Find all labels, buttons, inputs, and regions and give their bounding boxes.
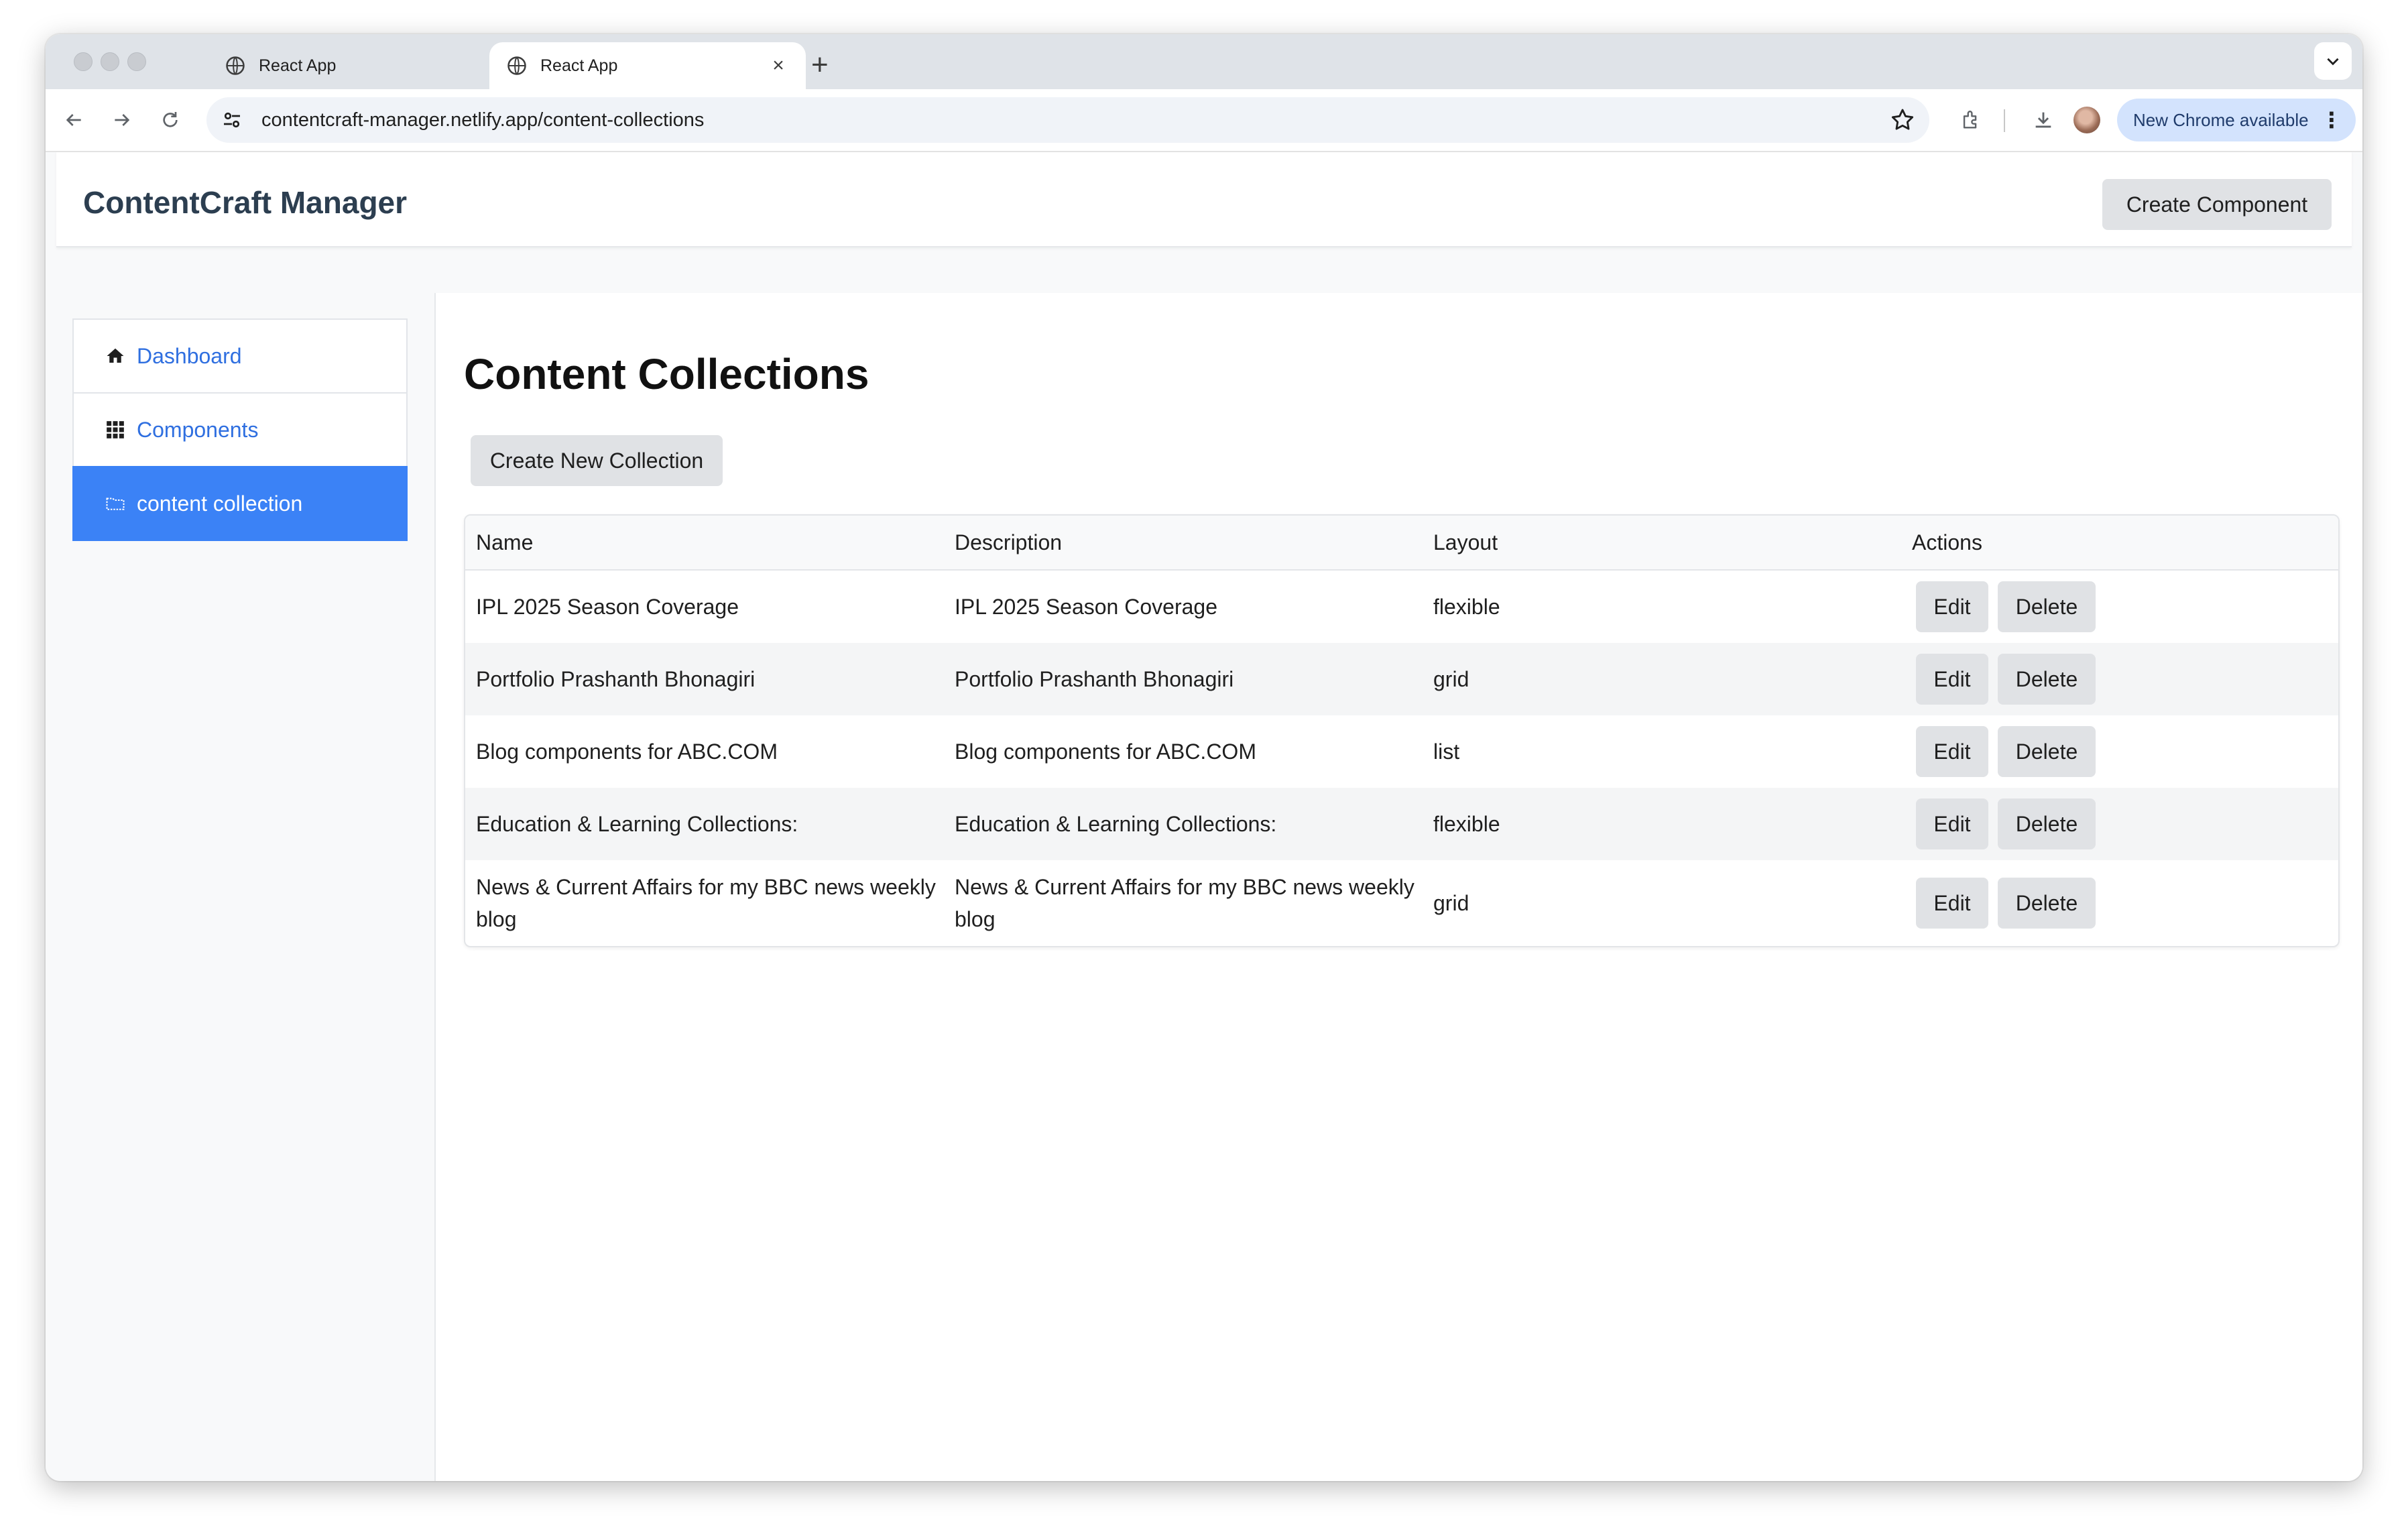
column-header-layout: Layout [1423, 516, 1901, 571]
main-content: Content Collections Create New Collectio… [436, 293, 2362, 1481]
cell-description: Education & Learning Collections: [944, 788, 1423, 860]
create-new-collection-button[interactable]: Create New Collection [471, 435, 723, 486]
table-header-row: Name Description Layout Actions [465, 516, 2338, 571]
cell-actions: Edit Delete [1901, 788, 2338, 860]
close-tab-icon[interactable]: × [768, 54, 788, 77]
delete-button[interactable]: Delete [1998, 654, 2096, 705]
toolbar-separator [2004, 109, 2005, 132]
window-close-dot[interactable] [74, 52, 93, 71]
reload-button[interactable] [154, 104, 186, 136]
app-header: ContentCraft Manager Create Component [56, 152, 2352, 247]
grid-icon [105, 419, 126, 440]
globe-icon [226, 56, 245, 75]
column-header-description: Description [944, 516, 1423, 571]
globe-icon [507, 56, 526, 75]
sidebar-item-dashboard[interactable]: Dashboard [72, 318, 408, 394]
update-label: New Chrome available [2133, 109, 2309, 130]
folder-icon [105, 493, 126, 514]
extensions-button[interactable] [1956, 105, 1986, 135]
extensions-icon [1963, 111, 1977, 129]
new-tab-button[interactable]: + [811, 46, 829, 84]
cell-actions: Edit Delete [1901, 715, 2338, 788]
collections-table: Name Description Layout Actions IPL 2025… [464, 514, 2340, 947]
edit-button[interactable]: Edit [1916, 654, 1988, 705]
table-row: News & Current Affairs for my BBC news w… [465, 860, 2338, 946]
sidebar-item-components[interactable]: Components [72, 392, 408, 467]
cell-actions: Edit Delete [1901, 860, 2338, 946]
cell-name: Blog components for ABC.COM [476, 740, 778, 764]
sidebar-item-label: Dashboard [137, 343, 242, 368]
cell-description: News & Current Affairs for my BBC news w… [955, 875, 1414, 931]
app-root: ContentCraft Manager Create Component Da… [46, 152, 2362, 1481]
cell-description: Portfolio Prashanth Bhonagiri [944, 643, 1423, 715]
kebab-menu-icon[interactable]: ⋮ [2321, 109, 2342, 131]
table-row: Blog components for ABC.COM Blog compone… [465, 715, 2338, 788]
browser-tab-1[interactable]: React App × [208, 42, 524, 89]
brand-title: ContentCraft Manager [83, 185, 408, 220]
download-icon [2035, 112, 2051, 128]
table-row: Portfolio Prashanth Bhonagiri Portfolio … [465, 643, 2338, 715]
cell-name: News & Current Affairs for my BBC news w… [476, 875, 936, 931]
cell-name: Portfolio Prashanth Bhonagiri [465, 643, 944, 715]
new-chrome-available-button[interactable]: New Chrome available ⋮ [2117, 99, 2356, 141]
tab-title: React App [259, 56, 337, 75]
window-minimize-dot[interactable] [101, 52, 119, 71]
sidebar-item-label: content collection [137, 491, 303, 516]
cell-name: IPL 2025 Season Coverage [476, 595, 739, 619]
profile-avatar[interactable] [2073, 107, 2100, 133]
table-row: Education & Learning Collections: Educat… [465, 788, 2338, 860]
cell-layout: flexible [1423, 788, 1901, 860]
cell-actions: Edit Delete [1901, 643, 2338, 715]
cell-layout: list [1433, 740, 1460, 764]
cell-name: Education & Learning Collections: [465, 788, 944, 860]
url-text[interactable]: contentcraft-manager.netlify.app/content… [261, 109, 1889, 131]
create-component-button[interactable]: Create Component [2102, 179, 2332, 230]
sidebar: Dashboard Components content collection [72, 318, 408, 541]
sidebar-item-content-collection[interactable]: content collection [72, 466, 408, 541]
forward-icon [115, 114, 130, 126]
tab-title: React App [540, 56, 618, 75]
delete-button[interactable]: Delete [1998, 581, 2096, 632]
home-icon [105, 345, 126, 367]
tab-strip: React App × React App × + [46, 34, 2362, 89]
edit-button[interactable]: Edit [1916, 581, 1988, 632]
browser-tab-2[interactable]: React App × [489, 42, 806, 89]
table-row: IPL 2025 Season Coverage IPL 2025 Season… [465, 570, 2338, 643]
edit-button[interactable]: Edit [1916, 878, 1988, 929]
cell-actions: Edit Delete [1901, 570, 2338, 643]
edit-button[interactable]: Edit [1916, 726, 1988, 777]
window-zoom-dot[interactable] [127, 52, 146, 71]
delete-button[interactable]: Delete [1998, 726, 2096, 777]
tab-search-button[interactable] [2314, 42, 2352, 80]
page-title: Content Collections [464, 350, 869, 398]
downloads-button[interactable] [2029, 105, 2058, 135]
back-icon [66, 114, 81, 126]
cell-layout: grid [1423, 643, 1901, 715]
site-settings-icon[interactable] [220, 108, 244, 132]
browser-window: React App × React App × + contentcraft-m… [46, 34, 2362, 1481]
sidebar-item-label: Components [137, 417, 259, 442]
cell-description: Blog components for ABC.COM [955, 740, 1256, 764]
back-button[interactable] [58, 104, 90, 136]
column-header-name: Name [465, 516, 944, 571]
column-header-actions: Actions [1901, 516, 2338, 571]
cell-description: IPL 2025 Season Coverage [955, 595, 1217, 619]
forward-button[interactable] [106, 104, 138, 136]
edit-button[interactable]: Edit [1916, 798, 1988, 849]
browser-toolbar: contentcraft-manager.netlify.app/content… [46, 89, 2362, 152]
delete-button[interactable]: Delete [1998, 798, 2096, 849]
cell-layout: flexible [1433, 595, 1500, 619]
address-bar[interactable]: contentcraft-manager.netlify.app/content… [206, 97, 1929, 143]
delete-button[interactable]: Delete [1998, 878, 2096, 929]
bookmark-star-icon[interactable] [1889, 107, 1916, 133]
reload-icon [163, 112, 178, 127]
cell-layout: grid [1433, 891, 1469, 915]
chevron-down-icon [2327, 58, 2339, 66]
